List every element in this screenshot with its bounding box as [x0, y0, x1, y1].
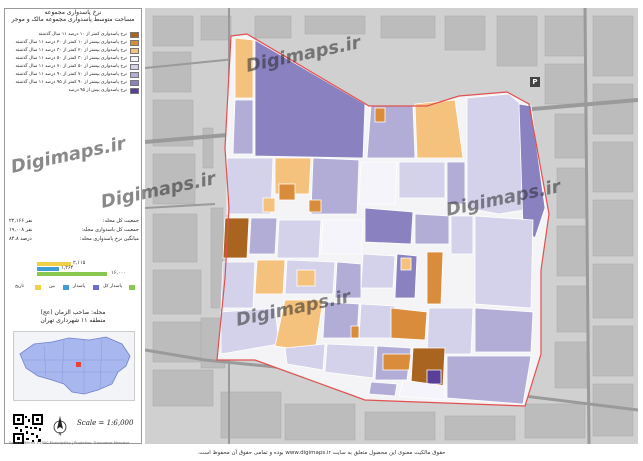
bars-legend-label: پاسدار	[73, 284, 86, 289]
stat-label: جمعیت کل محله:	[102, 218, 139, 224]
parcel	[324, 343, 376, 379]
legend-swatch	[130, 64, 139, 70]
parcel	[400, 257, 412, 271]
parking-icon: P	[530, 77, 540, 87]
parcel	[232, 99, 254, 155]
legend-swatch	[130, 32, 139, 38]
bars-legend-swatch	[63, 285, 69, 290]
copyright-footer: حقوق مالکیت معنوی این محصول متعلق به سای…	[197, 450, 446, 456]
parcel	[276, 219, 322, 259]
legend-label: نرخ پاسدواری بیشتر از ۵۰ کمتر از ۷۰ درصد…	[15, 64, 127, 69]
parcel	[414, 213, 450, 245]
parcel	[296, 269, 316, 287]
parcel	[364, 207, 414, 245]
parcel	[450, 215, 474, 255]
stat-label: جمعیت کل پاسدواری مجله:	[81, 227, 139, 233]
map-canvas[interactable]: P Digimaps.ir Digimaps.ir Digimaps.ir	[145, 8, 638, 444]
stat-value: ۱۹,۰۰۸ نفر	[9, 227, 33, 233]
svg-text:N: N	[59, 432, 62, 437]
parcel	[426, 307, 474, 355]
parcel	[446, 355, 532, 405]
district-name: منطقه ۱۱ شهرداری تهران	[40, 317, 106, 324]
parcel	[320, 219, 364, 255]
legend: نرخ پاسدواری کمتر از ۱۰ درصد ۱۱ سال گذشت…	[9, 31, 139, 95]
parcel	[390, 307, 428, 341]
neighborhood-name: محله: صاحب الزمان (عج)	[40, 309, 106, 316]
bar-value: ۱,۲۶۴	[61, 265, 74, 271]
map-title: نرخ پاسدواری مجموعه مساحت متوسط پاسدواری…	[5, 9, 141, 23]
legend-swatch	[130, 56, 139, 62]
legend-swatch	[130, 40, 139, 46]
legend-item: نرخ پاسدواری بیشتر از ۵۰ کمتر از ۷۰ درصد…	[9, 63, 139, 71]
parcel	[398, 161, 446, 199]
population-bar	[37, 272, 107, 276]
neighborhood-locator	[76, 362, 81, 367]
place-name: محله: صاحب الزمان (عج) منطقه ۱۱ شهرداری …	[5, 309, 141, 325]
parcel	[358, 303, 396, 339]
bars-legend-label: بین	[49, 284, 56, 289]
stat-value: ۸۴.۸ درصد	[9, 236, 32, 242]
legend-label: نرخ پاسدواری بیشتر از ۹۰ کمتر از ۹۵ درصد…	[15, 80, 127, 85]
source-note: Source: Tehran 1:2000 Municipality | Pro…	[9, 441, 130, 445]
legend-label: نرخ پاسدواری بیشتر از ۲۰ کمتر از ۳۰ درصد…	[15, 48, 127, 53]
legend-swatch	[130, 88, 139, 94]
tehran-outline	[19, 336, 131, 395]
parcel	[374, 107, 386, 123]
parcel	[278, 183, 296, 201]
bars-legend-label: پاسدار کل	[103, 284, 123, 289]
legend-label: نرخ پاسدواری بیشتر از ۳۰ کمتر از ۵۰ درصد…	[15, 56, 127, 61]
parcel	[254, 259, 286, 295]
population-bars: ۲,۱۱۵ ۱,۲۶۴ ۱۶,۰۰۰ تاریخ بین پاسدار پاسد…	[9, 259, 139, 301]
bars-legend-label: تاریخ	[15, 284, 24, 289]
bars-legend-swatch	[93, 285, 99, 290]
population-bar	[37, 267, 59, 271]
bar-value: ۱۶,۰۰۰	[111, 270, 127, 276]
legend-panel: نرخ پاسدواری مجموعه مساحت متوسط پاسدواری…	[4, 8, 142, 445]
stat-row: میانگین نرخ پاسدواری محله: ۸۴.۸ درصد	[9, 235, 139, 244]
parcel	[308, 199, 322, 213]
parcel	[262, 197, 276, 213]
bars-legend-swatch	[35, 285, 41, 290]
inset-locator-map	[13, 331, 135, 401]
parcel	[360, 253, 396, 289]
stat-label: میانگین نرخ پاسدواری محله:	[79, 236, 139, 242]
parcel	[426, 369, 442, 385]
parcel	[474, 215, 534, 309]
map-title-line1: نرخ پاسدواری مجموعه	[44, 9, 102, 16]
bar-value: ۲,۱۱۵	[73, 260, 86, 266]
map-title-line2: مساحت متوسط پاسدواری مجموعه مالک و موجر	[11, 16, 135, 23]
scale-text: Scale = 1:6,000	[77, 419, 134, 427]
legend-label: نرخ پاسدواری کمتر از ۱۰ درصد ۱۱ سال گذشت…	[38, 32, 128, 37]
north-arrow-icon: N	[53, 416, 67, 437]
parcel	[358, 161, 398, 205]
legend-item: نرخ پاسدواری بیش از ۹۵ درصد	[9, 87, 139, 95]
legend-label: نرخ پاسدواری بیش از ۹۵ درصد	[68, 88, 127, 93]
parcel	[368, 381, 398, 397]
stat-row: جمعیت کل محله: ۲۲,۱۶۶ نفر	[9, 217, 139, 226]
legend-item: نرخ پاسدواری بیشتر از ۷۰ کمتر از ۹۰ درصد…	[9, 71, 139, 79]
legend-item: نرخ پاسدواری بیشتر از ۲۰ کمتر از ۳۰ درصد…	[9, 47, 139, 55]
parcel	[366, 105, 416, 159]
legend-item: نرخ پاسدواری بیشتر از ۹۰ کمتر از ۹۵ درصد…	[9, 79, 139, 87]
parcel	[350, 325, 360, 339]
bars-legend-swatch	[129, 285, 135, 290]
parcel	[474, 307, 534, 353]
legend-label: نرخ پاسدواری بیشتر از ۷۰ کمتر از ۹۰ درصد…	[15, 72, 127, 77]
parcel	[426, 251, 444, 305]
parcel	[382, 353, 412, 371]
stat-row: جمعیت کل پاسدواری مجله: ۱۹,۰۰۸ نفر	[9, 226, 139, 235]
parcel	[414, 99, 464, 159]
legend-label: نرخ پاسدواری بیشتر از ۱۰ کمتر از ۲۰ درصد…	[15, 40, 127, 45]
parcel	[248, 217, 278, 255]
map-svg	[145, 8, 638, 444]
legend-swatch	[130, 72, 139, 78]
neighborhood-stats: جمعیت کل محله: ۲۲,۱۶۶ نفر جمعیت کل پاسدوا…	[9, 217, 139, 244]
legend-swatch	[130, 48, 139, 54]
legend-item: نرخ پاسدواری بیشتر از ۱۰ کمتر از ۲۰ درصد…	[9, 39, 139, 47]
stat-value: ۲۲,۱۶۶ نفر	[9, 218, 33, 224]
legend-item: نرخ پاسدواری کمتر از ۱۰ درصد ۱۱ سال گذشت…	[9, 31, 139, 39]
qr-code-icon	[13, 414, 43, 444]
legend-item: نرخ پاسدواری بیشتر از ۳۰ کمتر از ۵۰ درصد…	[9, 55, 139, 63]
legend-swatch	[130, 80, 139, 86]
